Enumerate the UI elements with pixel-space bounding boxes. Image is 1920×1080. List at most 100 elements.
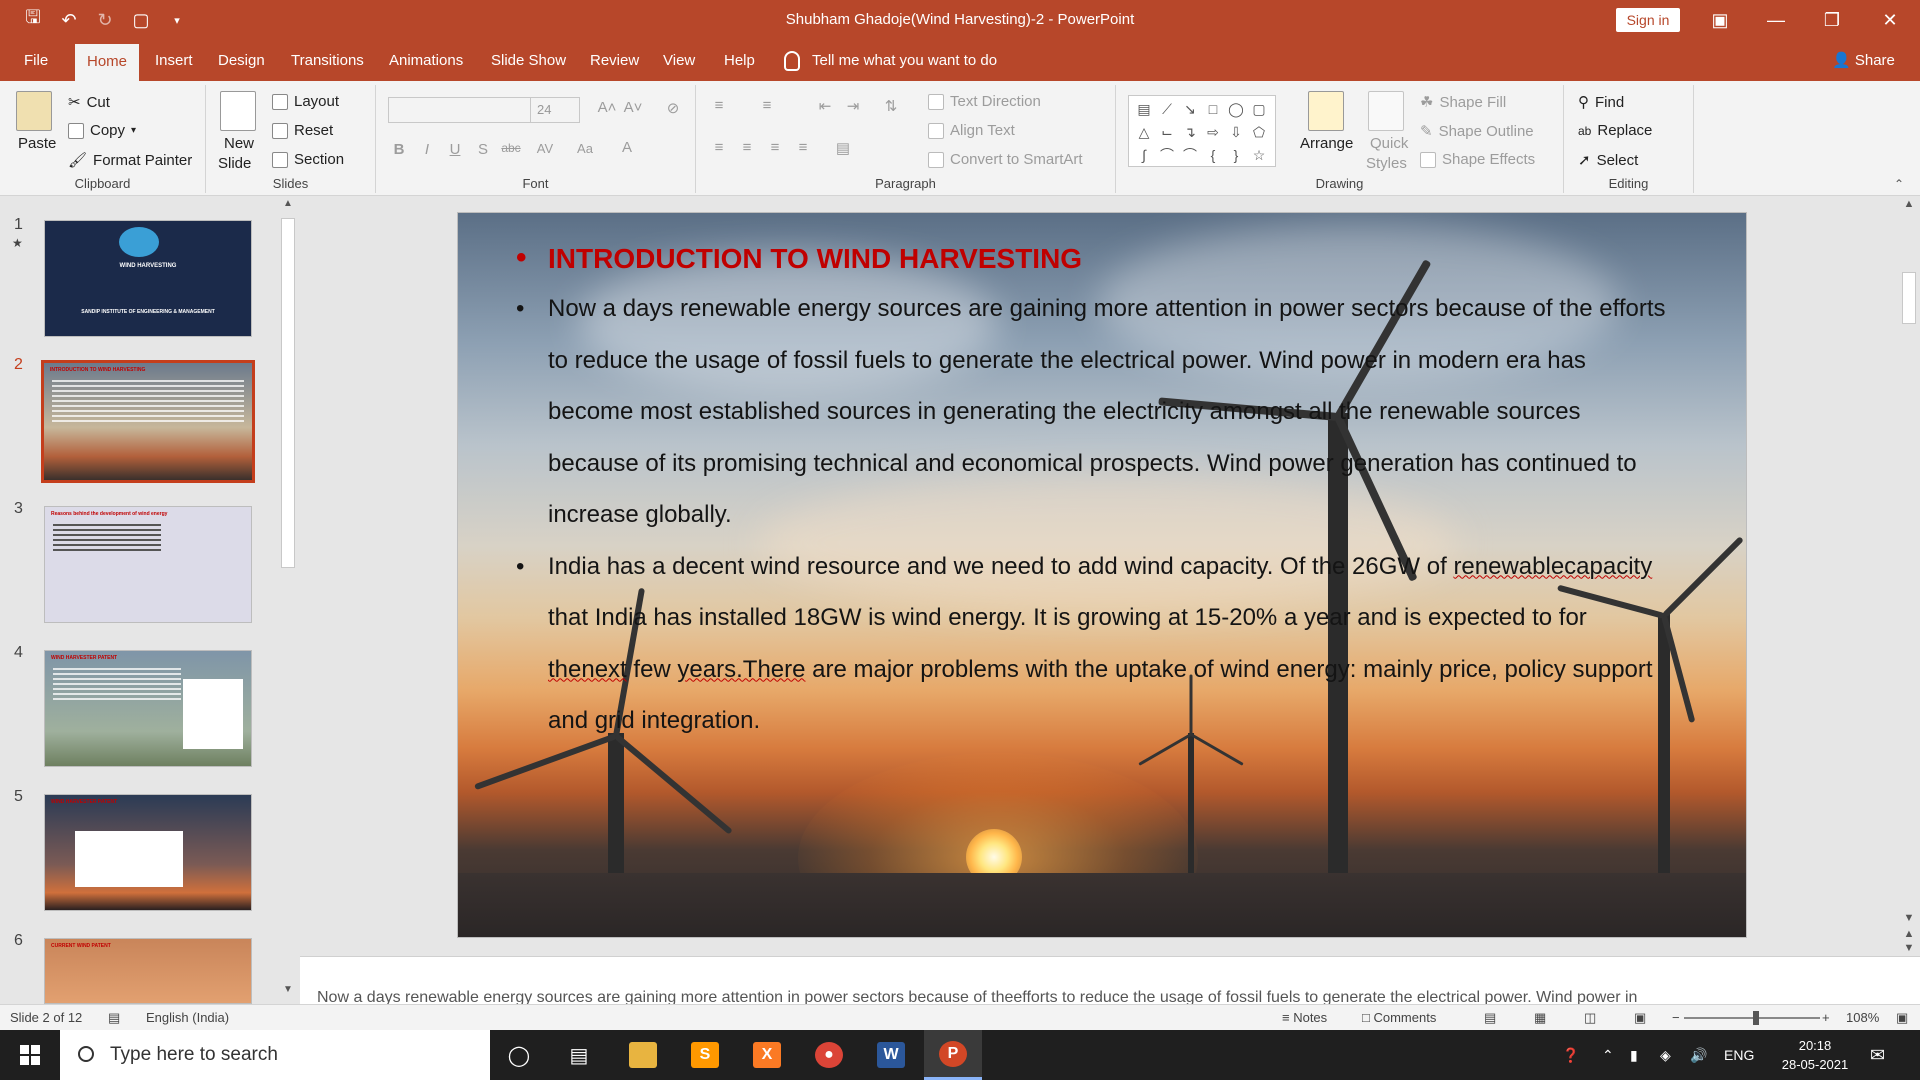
share-button[interactable]: 👤 Share (1832, 40, 1895, 81)
shape-outline-button[interactable]: ✎ Shape Outline (1420, 122, 1534, 141)
slide-thumbnail-5[interactable]: WIND HARVESTER PATENT (44, 794, 252, 911)
justify-icon[interactable]: ≡ (792, 139, 814, 156)
textbox-shape-icon[interactable]: ▤ (1133, 98, 1155, 120)
tab-home[interactable]: Home (75, 44, 140, 81)
tab-view[interactable]: View (651, 40, 707, 81)
zoom-slider-handle[interactable] (1753, 1011, 1759, 1025)
xampp-icon[interactable]: X (738, 1030, 796, 1080)
numbering-icon[interactable]: ≡ (756, 97, 778, 114)
previous-slide-icon[interactable]: ▲ (1902, 928, 1916, 940)
new-slide-button-line2[interactable]: Slide (218, 155, 251, 172)
maximize-button[interactable]: ❐ (1812, 6, 1852, 34)
columns-icon[interactable]: ▤ (832, 139, 854, 157)
triangle-shape-icon[interactable]: △ (1133, 121, 1155, 143)
left-brace-icon[interactable]: { (1202, 144, 1224, 166)
increase-font-icon[interactable]: A˄ (596, 99, 618, 116)
character-spacing-icon[interactable]: AV (534, 141, 556, 156)
shadow-icon[interactable]: S (472, 141, 494, 158)
tab-transitions[interactable]: Transitions (279, 40, 376, 81)
font-name-combo[interactable] (388, 97, 536, 123)
slide-thumbnail-1[interactable]: WIND HARVESTING SANDIP INSTITUTE OF ENGI… (44, 220, 252, 337)
elbow-arrow-icon[interactable]: ↴ (1179, 121, 1201, 143)
wifi-icon[interactable]: ◈ (1660, 1030, 1671, 1080)
slide-thumbnail-3[interactable]: Reasons behind the development of wind e… (44, 506, 252, 623)
paste-button[interactable]: Paste (18, 135, 56, 152)
rectangle-shape-icon[interactable]: □ (1202, 98, 1224, 120)
tab-review[interactable]: Review (578, 40, 651, 81)
windows-start-icon[interactable] (0, 1030, 60, 1080)
normal-view-icon[interactable]: ▤ (1484, 1010, 1496, 1026)
ribbon-display-options-icon[interactable]: ▣ (1700, 6, 1740, 34)
notifications-icon[interactable]: ✉ (1870, 1030, 1885, 1080)
editor-scrollbar[interactable]: ▲ ▼ ▲ ▼ (1898, 196, 1920, 956)
slide-textbox[interactable]: INTRODUCTION TO WIND HARVESTING Now a da… (516, 241, 1668, 747)
select-button[interactable]: ➚ Select (1578, 151, 1638, 170)
scrollbar-thumb[interactable] (1902, 272, 1916, 324)
scroll-up-arrow-icon[interactable]: ▲ (283, 198, 293, 209)
language-indicator[interactable]: English (India) (146, 1010, 229, 1025)
star-shape-icon[interactable]: ☆ (1248, 144, 1270, 166)
reading-view-icon[interactable]: ◫ (1584, 1010, 1596, 1026)
collapse-ribbon-icon[interactable]: ⌃ (1894, 177, 1904, 191)
arrow-line-shape-icon[interactable]: ↘ (1179, 98, 1201, 120)
chrome-icon[interactable]: ● (800, 1030, 858, 1080)
notes-pane[interactable]: Now a days renewable energy sources are … (300, 956, 1920, 1004)
align-text-button[interactable]: Align Text (928, 122, 1015, 139)
tab-help[interactable]: Help (712, 40, 767, 81)
show-hidden-icons-icon[interactable]: ⌃ (1602, 1030, 1614, 1080)
arrange-button[interactable]: Arrange (1300, 135, 1353, 152)
comments-button[interactable]: □ Comments (1362, 1010, 1436, 1025)
tab-file[interactable]: File (12, 40, 60, 81)
layout-button[interactable]: Layout (272, 93, 339, 110)
language-tray[interactable]: ENG (1724, 1030, 1754, 1080)
zoom-slider[interactable] (1684, 1017, 1820, 1019)
zoom-in-icon[interactable]: + (1822, 1010, 1830, 1025)
align-center-icon[interactable]: ≡ (736, 139, 758, 156)
find-button[interactable]: ⚲ Find (1578, 93, 1624, 112)
tell-me-box[interactable]: Tell me what you want to do (784, 40, 997, 81)
increase-indent-icon[interactable]: ⇥ (842, 97, 864, 115)
scroll-up-arrow-icon[interactable]: ▲ (1902, 198, 1916, 210)
arc-icon[interactable]: ⌒ (1179, 144, 1201, 166)
oval-shape-icon[interactable]: ◯ (1225, 98, 1247, 120)
tab-insert[interactable]: Insert (143, 40, 205, 81)
text-direction-button[interactable]: Text Direction (928, 93, 1041, 110)
shapes-gallery[interactable]: ▤ ⟋ ↘ □ ◯ ▢ △ ⌙ ↴ ⇨ ⇩ ⬠ ∫ ⌒ ⌒ { } ☆ (1128, 95, 1276, 167)
curve-icon[interactable]: ⌒ (1156, 144, 1178, 166)
taskbar-clock[interactable]: 20:18 28-05-2021 (1775, 1036, 1855, 1074)
line-shape-icon[interactable]: ⟋ (1156, 98, 1178, 120)
bold-icon[interactable]: B (388, 141, 410, 158)
right-brace-icon[interactable]: } (1225, 144, 1247, 166)
cortana-icon[interactable]: ◯ (490, 1030, 548, 1080)
slide-thumbnail-4[interactable]: WIND HARVESTER PATENT (44, 650, 252, 767)
spelling-error-text[interactable]: years.There (677, 656, 805, 683)
spelling-error-text[interactable]: thenext (548, 656, 627, 683)
slide-canvas[interactable]: INTRODUCTION TO WIND HARVESTING Now a da… (457, 212, 1747, 938)
next-slide-icon[interactable]: ▼ (1902, 942, 1916, 954)
sign-in-button[interactable]: Sign in (1616, 8, 1680, 32)
change-case-icon[interactable]: Aa (574, 141, 596, 156)
down-arrow-shape-icon[interactable]: ⇩ (1225, 121, 1247, 143)
line-spacing-icon[interactable]: ⇅ (880, 97, 902, 115)
clear-formatting-icon[interactable]: ⊘ (662, 99, 684, 117)
minimize-button[interactable]: — (1756, 6, 1796, 34)
slide-thumbnail-2[interactable]: INTRODUCTION TO WIND HARVESTING (41, 360, 255, 483)
slide-thumbnail-6[interactable]: CURRENT WIND PATENT (44, 938, 252, 1004)
tab-animations[interactable]: Animations (377, 40, 475, 81)
section-button[interactable]: Section (272, 151, 344, 168)
scrollbar-thumb[interactable] (281, 218, 295, 568)
reset-button[interactable]: Reset (272, 122, 333, 139)
underline-icon[interactable]: U (444, 141, 466, 158)
task-view-icon[interactable]: ▤ (550, 1030, 608, 1080)
format-painter-button[interactable]: 🖌 Format Painter (68, 151, 192, 170)
shape-effects-button[interactable]: Shape Effects (1420, 151, 1535, 168)
accessibility-icon[interactable]: ▤ (108, 1010, 120, 1026)
slide-sorter-icon[interactable]: ▦ (1534, 1010, 1546, 1026)
strikethrough-icon[interactable]: abc (500, 141, 522, 155)
notes-button[interactable]: ≡ Notes (1282, 1010, 1327, 1025)
scroll-down-arrow-icon[interactable]: ▼ (1902, 912, 1916, 924)
scroll-down-arrow-icon[interactable]: ▼ (283, 984, 293, 995)
shape-fill-button[interactable]: ☘ Shape Fill (1420, 93, 1506, 112)
bullets-icon[interactable]: ≡ (708, 97, 730, 114)
zoom-out-icon[interactable]: − (1672, 1010, 1680, 1025)
